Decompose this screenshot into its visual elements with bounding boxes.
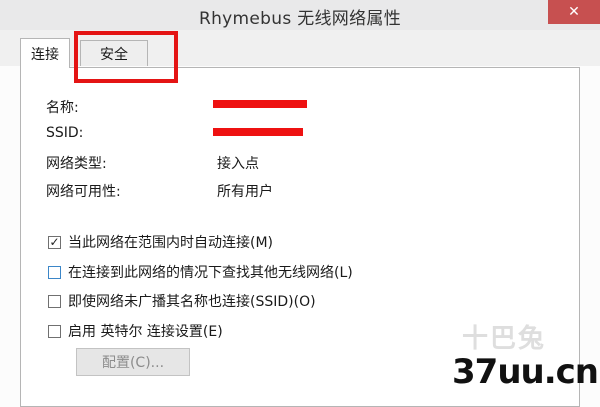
checkbox-icon[interactable] xyxy=(48,324,61,338)
option-auto-connect[interactable]: ✓ 当此网络在范围内时自动连接(M) xyxy=(48,232,273,252)
network-availability-label: 网络可用性: xyxy=(46,184,121,200)
close-icon: ✕ xyxy=(568,4,580,20)
title-bar: Rhymebus 无线网络属性 ✕ xyxy=(0,0,600,31)
checkbox-icon[interactable] xyxy=(48,294,61,308)
watermark-logo: 37uu.cn xyxy=(452,352,599,392)
name-label: 名称: xyxy=(46,100,79,116)
configure-button[interactable]: 配置(C)... xyxy=(76,348,190,376)
option-auto-connect-label: 当此网络在范围内时自动连接(M) xyxy=(68,235,274,251)
ssid-label: SSID: xyxy=(46,125,84,141)
network-availability-value: 所有用户 xyxy=(217,184,273,200)
option-intel-settings-label: 启用 英特尔 连接设置(E) xyxy=(68,324,223,340)
option-intel-settings[interactable]: 启用 英特尔 连接设置(E) xyxy=(48,321,223,341)
window-title: Rhymebus 无线网络属性 xyxy=(199,9,401,29)
watermark-faint: 十巴兔 xyxy=(462,324,547,354)
option-connect-hidden-ssid-label: 即使网络未广播其名称也连接(SSID)(O) xyxy=(68,294,316,310)
option-connect-hidden-ssid[interactable]: 即使网络未广播其名称也连接(SSID)(O) xyxy=(48,291,316,311)
tab-connection[interactable]: 连接 xyxy=(20,38,70,68)
checkbox-checked-icon[interactable]: ✓ xyxy=(48,235,61,249)
network-type-label: 网络类型: xyxy=(46,156,107,172)
name-redaction xyxy=(213,100,307,108)
network-type-value: 接入点 xyxy=(217,156,259,172)
option-look-for-other-networks-label: 在连接到此网络的情况下查找其他无线网络(L) xyxy=(68,265,353,281)
ssid-redaction xyxy=(213,128,303,136)
tab-connection-label: 连接 xyxy=(31,46,59,63)
security-tab-highlight xyxy=(74,31,178,83)
close-button[interactable]: ✕ xyxy=(548,0,600,24)
checkbox-icon[interactable] xyxy=(48,265,61,279)
option-look-for-other-networks[interactable]: 在连接到此网络的情况下查找其他无线网络(L) xyxy=(48,262,353,282)
